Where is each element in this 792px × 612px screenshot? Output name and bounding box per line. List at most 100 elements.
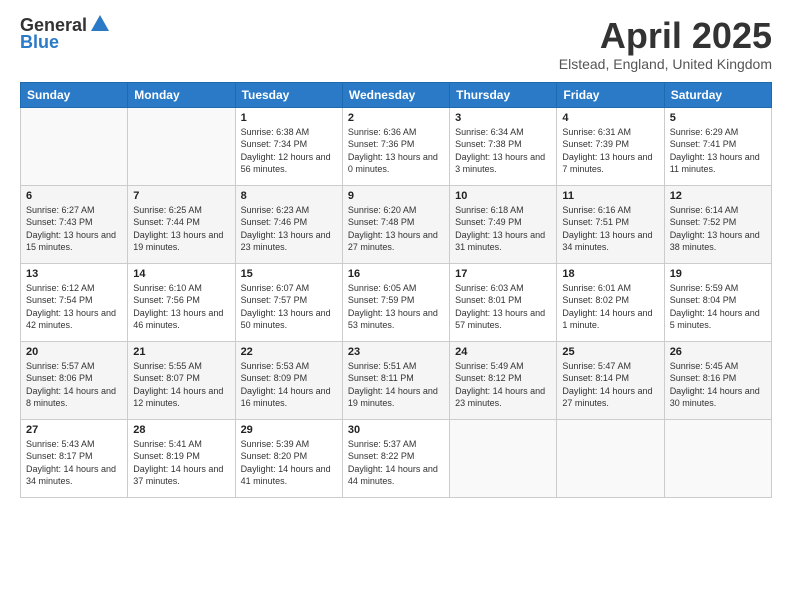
calendar-location: Elstead, England, United Kingdom — [559, 56, 772, 72]
day-info: Sunrise: 6:07 AMSunset: 7:57 PMDaylight:… — [241, 282, 337, 332]
calendar-title-block: April 2025 Elstead, England, United King… — [559, 16, 772, 72]
day-number: 4 — [562, 112, 658, 124]
calendar-cell: 20 Sunrise: 5:57 AMSunset: 8:06 PMDayligh… — [21, 341, 128, 419]
day-number: 20 — [26, 346, 122, 358]
calendar-cell: 24 Sunrise: 5:49 AMSunset: 8:12 PMDayligh… — [450, 341, 557, 419]
calendar-cell: 11Sunrise: 6:16 AMSunset: 7:51 PMDayligh… — [557, 185, 664, 263]
day-info: Sunrise: 6:10 AMSunset: 7:56 PMDaylight:… — [133, 282, 229, 332]
col-tuesday: Tuesday — [235, 82, 342, 107]
day-info: Sunrise: 6:18 AMSunset: 7:49 PMDaylight:… — [455, 204, 551, 254]
calendar-cell — [21, 107, 128, 185]
calendar-cell: 4Sunrise: 6:31 AMSunset: 7:39 PMDaylight… — [557, 107, 664, 185]
calendar-week-row: 6 Sunrise: 6:27 AMSunset: 7:43 PMDaylight… — [21, 185, 772, 263]
day-info: Sunrise: 5:57 AMSunset: 8:06 PMDaylight:… — [26, 360, 122, 410]
day-info: Sunrise: 6:36 AMSunset: 7:36 PMDaylight:… — [348, 126, 444, 176]
day-info: Sunrise: 5:55 AMSunset: 8:07 PMDaylight:… — [133, 360, 229, 410]
day-number: 19 — [670, 268, 766, 280]
calendar-cell: 25Sunrise: 5:47 AMSunset: 8:14 PMDayligh… — [557, 341, 664, 419]
day-info: Sunrise: 5:53 AMSunset: 8:09 PMDaylight:… — [241, 360, 337, 410]
day-number: 9 — [348, 190, 444, 202]
calendar-cell: 9 Sunrise: 6:20 AMSunset: 7:48 PMDaylight… — [342, 185, 449, 263]
day-info: Sunrise: 6:27 AMSunset: 7:43 PMDaylight:… — [26, 204, 122, 254]
day-number: 11 — [562, 190, 658, 202]
day-info: Sunrise: 5:37 AMSunset: 8:22 PMDaylight:… — [348, 438, 444, 488]
day-number: 7 — [133, 190, 229, 202]
col-monday: Monday — [128, 82, 235, 107]
day-number: 28 — [133, 424, 229, 436]
day-number: 26 — [670, 346, 766, 358]
calendar-cell: 12 Sunrise: 6:14 AMSunset: 7:52 PMDayligh… — [664, 185, 771, 263]
day-info: Sunrise: 6:34 AMSunset: 7:38 PMDaylight:… — [455, 126, 551, 176]
calendar-cell: 21 Sunrise: 5:55 AMSunset: 8:07 PMDayligh… — [128, 341, 235, 419]
calendar-cell — [664, 419, 771, 497]
calendar-cell: 15Sunrise: 6:07 AMSunset: 7:57 PMDayligh… — [235, 263, 342, 341]
col-saturday: Saturday — [664, 82, 771, 107]
day-number: 17 — [455, 268, 551, 280]
page-header: General Blue April 2025 Elstead, England… — [20, 16, 772, 72]
day-info: Sunrise: 6:12 AMSunset: 7:54 PMDaylight:… — [26, 282, 122, 332]
calendar-cell: 1 Sunrise: 6:38 AMSunset: 7:34 PMDaylight… — [235, 107, 342, 185]
calendar-month-year: April 2025 — [559, 16, 772, 56]
day-number: 30 — [348, 424, 444, 436]
col-sunday: Sunday — [21, 82, 128, 107]
calendar-cell: 22 Sunrise: 5:53 AMSunset: 8:09 PMDayligh… — [235, 341, 342, 419]
calendar-cell: 13Sunrise: 6:12 AMSunset: 7:54 PMDayligh… — [21, 263, 128, 341]
day-info: Sunrise: 5:41 AMSunset: 8:19 PMDaylight:… — [133, 438, 229, 488]
calendar-cell: 23 Sunrise: 5:51 AMSunset: 8:11 PMDayligh… — [342, 341, 449, 419]
day-number: 14 — [133, 268, 229, 280]
day-info: Sunrise: 6:38 AMSunset: 7:34 PMDaylight:… — [241, 126, 337, 176]
calendar-cell: 6 Sunrise: 6:27 AMSunset: 7:43 PMDaylight… — [21, 185, 128, 263]
calendar-cell: 2 Sunrise: 6:36 AMSunset: 7:36 PMDaylight… — [342, 107, 449, 185]
calendar-cell — [450, 419, 557, 497]
day-number: 3 — [455, 112, 551, 124]
day-info: Sunrise: 5:59 AMSunset: 8:04 PMDaylight:… — [670, 282, 766, 332]
day-number: 18 — [562, 268, 658, 280]
calendar-cell: 27 Sunrise: 5:43 AMSunset: 8:17 PMDayligh… — [21, 419, 128, 497]
day-number: 29 — [241, 424, 337, 436]
day-number: 12 — [670, 190, 766, 202]
day-number: 27 — [26, 424, 122, 436]
logo: General Blue — [20, 16, 109, 53]
day-info: Sunrise: 5:49 AMSunset: 8:12 PMDaylight:… — [455, 360, 551, 410]
calendar-cell: 28 Sunrise: 5:41 AMSunset: 8:19 PMDayligh… — [128, 419, 235, 497]
calendar-cell: 18Sunrise: 6:01 AMSunset: 8:02 PMDayligh… — [557, 263, 664, 341]
day-number: 24 — [455, 346, 551, 358]
calendar-cell — [128, 107, 235, 185]
calendar-header-row: Sunday Monday Tuesday Wednesday Thursday… — [21, 82, 772, 107]
logo-blue-text: Blue — [20, 32, 59, 53]
day-number: 2 — [348, 112, 444, 124]
day-info: Sunrise: 5:43 AMSunset: 8:17 PMDaylight:… — [26, 438, 122, 488]
day-number: 1 — [241, 112, 337, 124]
day-info: Sunrise: 6:20 AMSunset: 7:48 PMDaylight:… — [348, 204, 444, 254]
calendar-cell: 19 Sunrise: 5:59 AMSunset: 8:04 PMDayligh… — [664, 263, 771, 341]
calendar-cell: 16 Sunrise: 6:05 AMSunset: 7:59 PMDayligh… — [342, 263, 449, 341]
col-friday: Friday — [557, 82, 664, 107]
calendar-week-row: 20 Sunrise: 5:57 AMSunset: 8:06 PMDayligh… — [21, 341, 772, 419]
day-info: Sunrise: 5:51 AMSunset: 8:11 PMDaylight:… — [348, 360, 444, 410]
calendar-cell: 17 Sunrise: 6:03 AMSunset: 8:01 PMDayligh… — [450, 263, 557, 341]
calendar-cell: 7 Sunrise: 6:25 AMSunset: 7:44 PMDaylight… — [128, 185, 235, 263]
col-wednesday: Wednesday — [342, 82, 449, 107]
day-info: Sunrise: 6:23 AMSunset: 7:46 PMDaylight:… — [241, 204, 337, 254]
calendar-cell: 30 Sunrise: 5:37 AMSunset: 8:22 PMDayligh… — [342, 419, 449, 497]
day-number: 10 — [455, 190, 551, 202]
calendar-cell: 14 Sunrise: 6:10 AMSunset: 7:56 PMDayligh… — [128, 263, 235, 341]
logo-icon — [91, 15, 109, 31]
day-number: 6 — [26, 190, 122, 202]
day-info: Sunrise: 6:05 AMSunset: 7:59 PMDaylight:… — [348, 282, 444, 332]
calendar-cell: 26 Sunrise: 5:45 AMSunset: 8:16 PMDayligh… — [664, 341, 771, 419]
calendar-cell: 10 Sunrise: 6:18 AMSunset: 7:49 PMDayligh… — [450, 185, 557, 263]
day-number: 5 — [670, 112, 766, 124]
day-number: 21 — [133, 346, 229, 358]
day-info: Sunrise: 6:03 AMSunset: 8:01 PMDaylight:… — [455, 282, 551, 332]
day-info: Sunrise: 6:14 AMSunset: 7:52 PMDaylight:… — [670, 204, 766, 254]
day-number: 16 — [348, 268, 444, 280]
day-info: Sunrise: 6:25 AMSunset: 7:44 PMDaylight:… — [133, 204, 229, 254]
calendar-cell — [557, 419, 664, 497]
calendar-week-row: 1 Sunrise: 6:38 AMSunset: 7:34 PMDaylight… — [21, 107, 772, 185]
day-number: 22 — [241, 346, 337, 358]
day-number: 25 — [562, 346, 658, 358]
day-info: Sunrise: 5:45 AMSunset: 8:16 PMDaylight:… — [670, 360, 766, 410]
calendar-cell: 3 Sunrise: 6:34 AMSunset: 7:38 PMDaylight… — [450, 107, 557, 185]
day-number: 23 — [348, 346, 444, 358]
